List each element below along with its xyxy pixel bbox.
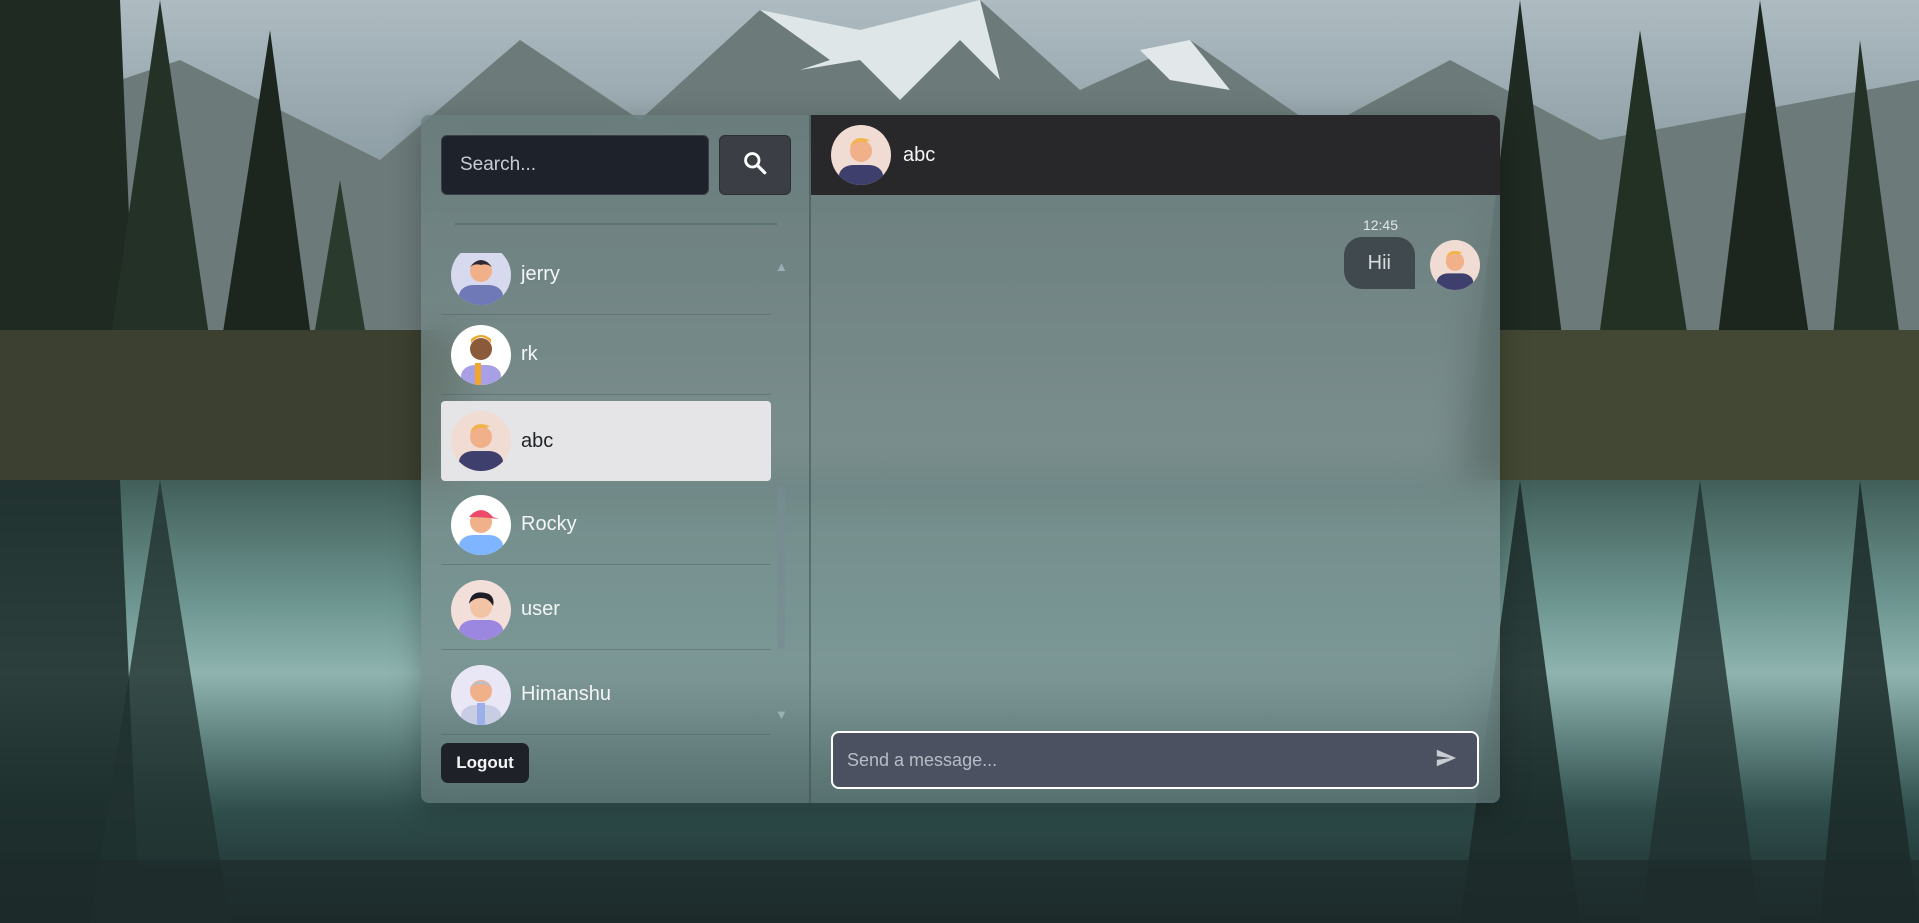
abc-avatar: [451, 411, 511, 471]
chat-panel: abc 12:45 Hii: [811, 115, 1500, 803]
user-name: jerry: [521, 263, 560, 285]
himanshu-avatar: [451, 664, 511, 725]
chat-header-avatar[interactable]: [831, 125, 891, 185]
message-input[interactable]: [847, 733, 1429, 787]
user-list: jerry rk abc Rocky user Himanshu: [441, 253, 773, 803]
search-button[interactable]: [719, 135, 791, 195]
message-sender-avatar: [1430, 240, 1480, 290]
chat-app-window: jerry rk: [421, 115, 1500, 803]
user-item-abc[interactable]: abc: [441, 401, 771, 481]
search-row: [441, 135, 791, 195]
sidebar-divider: [455, 223, 777, 225]
user-name: user: [521, 598, 560, 620]
message-bubble: Hii: [1343, 237, 1415, 289]
user-item-himanshu[interactable]: Himanshu: [441, 655, 771, 735]
send-icon: [1435, 747, 1457, 774]
user-item-rk[interactable]: rk: [441, 315, 771, 395]
chat-title: abc: [903, 143, 936, 166]
jerry-avatar: [451, 253, 511, 305]
user-name: abc: [521, 429, 554, 452]
message-composer: [831, 731, 1479, 789]
user-item-user[interactable]: user: [441, 570, 771, 650]
user-name: Himanshu: [521, 683, 612, 705]
user-name: Rocky: [521, 513, 577, 535]
user-name: rk: [521, 343, 538, 365]
rk-avatar: [451, 324, 511, 385]
chat-header: abc: [811, 115, 1500, 195]
logout-button[interactable]: Logout: [441, 743, 529, 783]
scroll-up-arrow-icon[interactable]: ▲: [775, 259, 788, 274]
user-item-jerry[interactable]: jerry: [441, 253, 771, 315]
message-text: Hii: [1367, 251, 1391, 274]
user-item-rocky[interactable]: Rocky: [441, 485, 771, 565]
send-button[interactable]: [1429, 743, 1463, 777]
search-input[interactable]: [441, 135, 709, 195]
sidebar: jerry rk: [421, 115, 811, 803]
user-list-scrollbar[interactable]: [777, 487, 785, 649]
user-avatar: [451, 579, 511, 640]
scroll-down-arrow-icon[interactable]: ▼: [775, 707, 788, 722]
search-icon: [742, 150, 768, 181]
message-timestamp: 12:45: [1362, 217, 1398, 233]
rocky-avatar: [451, 494, 511, 555]
